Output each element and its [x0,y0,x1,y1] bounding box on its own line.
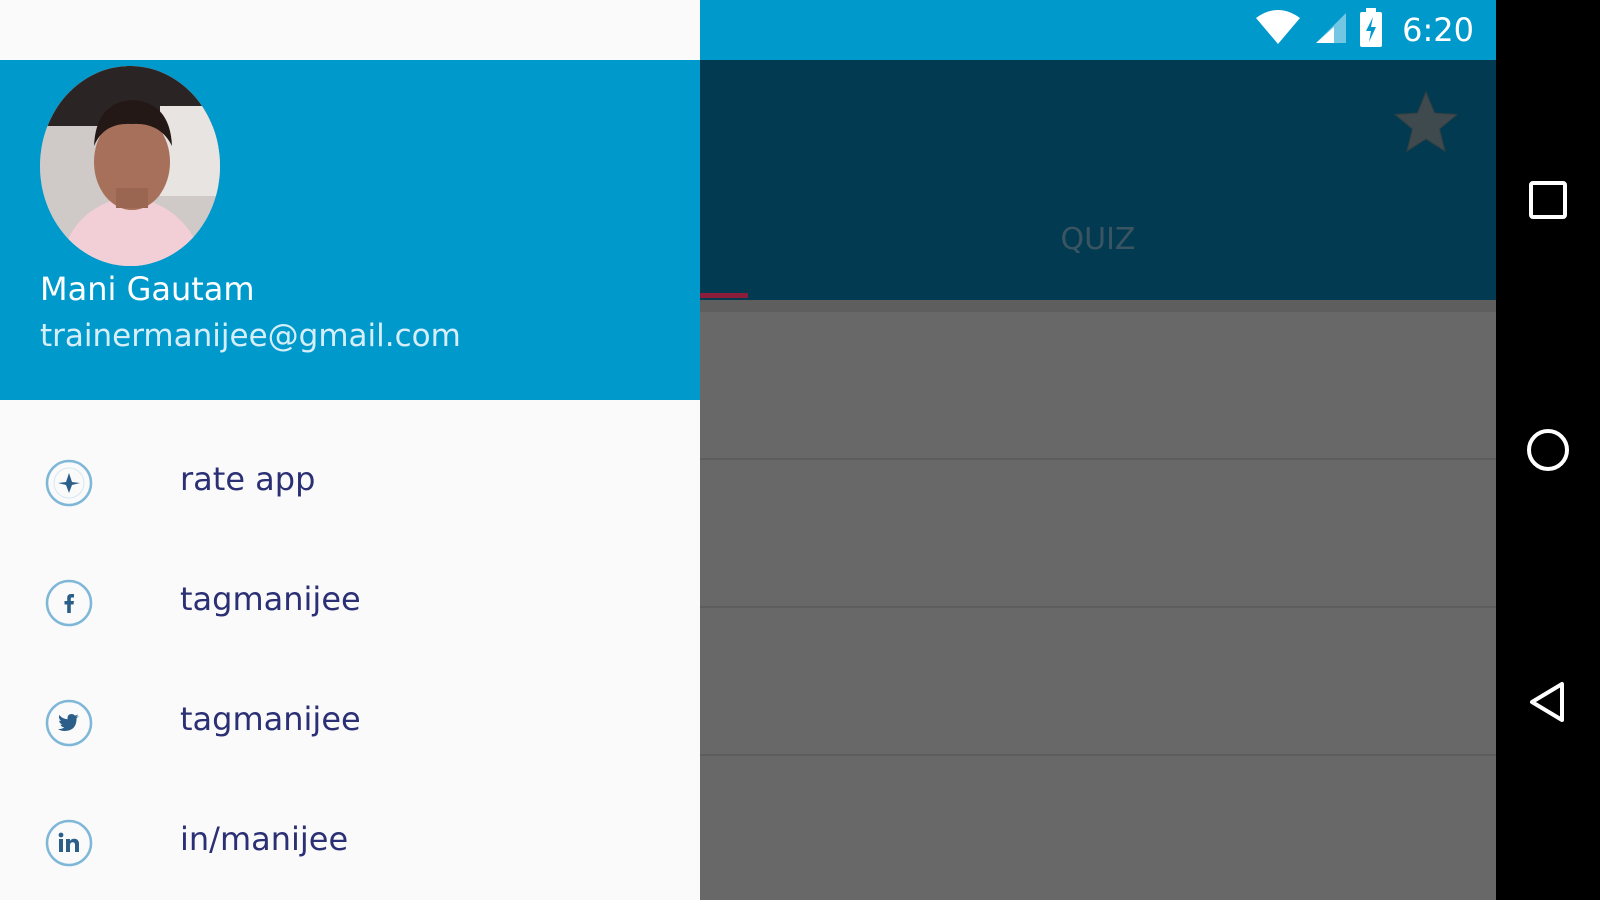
menu-item-label: tagmanijee [180,580,361,618]
avatar[interactable] [40,66,220,266]
list-item[interactable] [700,756,1496,900]
list-top-shadow [700,300,1496,312]
tab-quiz[interactable]: QUIZ [700,210,1496,270]
wifi-icon [1254,10,1302,50]
drawer-menu: rate app tagmanijee tagmanijee in/manije… [0,422,700,900]
system-nav-bar [1496,0,1600,900]
menu-item-linkedin[interactable]: in/manijee [0,782,700,900]
home-circle-icon[interactable] [1522,424,1574,476]
device-screen: 6:20 QUIZ Mani Gautam trainermanijee@gma… [0,0,1496,900]
facebook-icon [44,578,94,628]
menu-item-label: tagmanijee [180,700,361,738]
list-item[interactable] [700,608,1496,759]
star-icon[interactable] [1390,88,1462,156]
back-triangle-icon[interactable] [1522,676,1574,728]
drawer-header: Mani Gautam trainermanijee@gmail.com [0,60,700,400]
list-item[interactable] [700,460,1496,611]
recents-square-icon[interactable] [1522,174,1574,226]
twitter-icon [44,698,94,748]
menu-item-rate-app[interactable]: rate app [0,422,700,542]
user-email: trainermanijee@gmail.com [40,318,461,354]
app-toolbar: QUIZ [700,60,1496,300]
battery-charging-icon [1358,8,1384,52]
content-list [700,300,1496,900]
navigation-drawer: Mani Gautam trainermanijee@gmail.com rat… [0,0,700,900]
cellular-signal-icon [1312,11,1348,49]
rate-app-icon [44,458,94,508]
status-icons: 6:20 [1254,8,1474,52]
menu-item-label: in/manijee [180,820,349,858]
menu-item-twitter[interactable]: tagmanijee [0,662,700,782]
list-item[interactable] [700,312,1496,463]
menu-item-facebook[interactable]: tagmanijee [0,542,700,662]
user-name: Mani Gautam [40,270,255,308]
linkedin-icon [44,818,94,868]
tab-indicator [700,293,748,298]
menu-item-label: rate app [180,460,316,498]
status-time: 6:20 [1402,11,1474,49]
